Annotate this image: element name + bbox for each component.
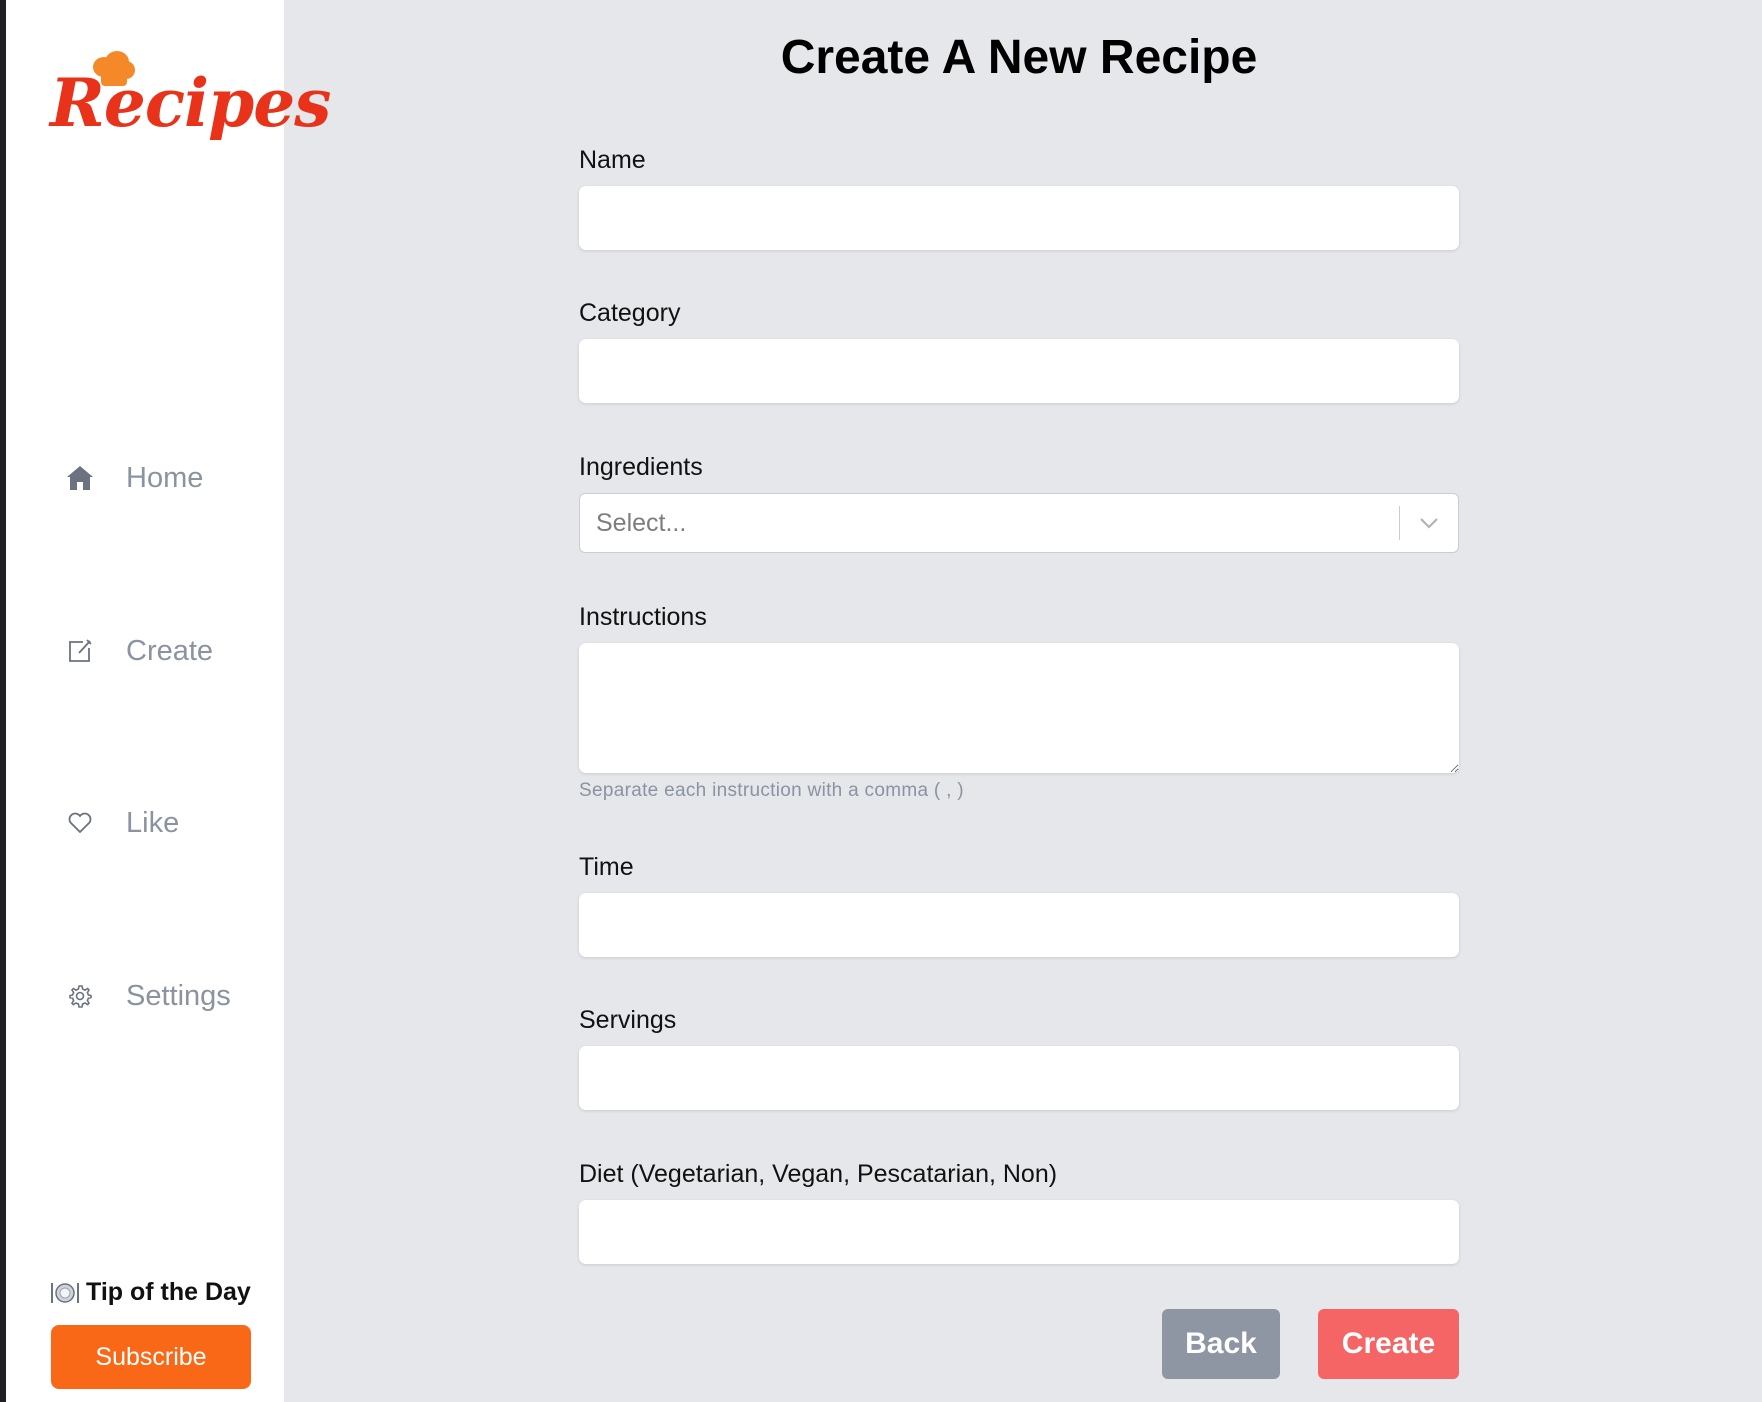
tip-of-the-day[interactable]: Tip of the Day (50, 1278, 251, 1307)
category-label: Category (579, 299, 681, 327)
app-window: Recipes Home Create Like Settings Tip of… (0, 0, 1762, 1402)
home-icon (64, 462, 96, 494)
sidebar-item-label: Home (126, 461, 204, 494)
diet-input[interactable] (579, 1200, 1459, 1264)
name-label: Name (579, 146, 646, 174)
instructions-label: Instructions (579, 603, 707, 631)
servings-label: Servings (579, 1006, 677, 1034)
instructions-helper: Separate each instruction with a comma (… (579, 780, 964, 801)
create-button[interactable]: Create (1318, 1309, 1459, 1379)
subscribe-button[interactable]: Subscribe (51, 1325, 251, 1389)
ingredients-select[interactable]: Select... (579, 493, 1459, 553)
sidebar: Recipes Home Create Like Settings Tip of… (6, 0, 331, 1402)
ingredients-label: Ingredients (579, 453, 703, 481)
back-button[interactable]: Back (1162, 1309, 1280, 1379)
recipes-logo[interactable]: Recipes (50, 48, 331, 168)
name-input[interactable] (579, 186, 1459, 250)
heart-icon (64, 807, 96, 839)
page-title: Create A New Recipe (780, 31, 1258, 84)
main-content: Create A New Recipe Name Category Ingred… (284, 0, 1762, 1402)
sidebar-item-home[interactable]: Home (64, 453, 203, 503)
instructions-textarea[interactable] (579, 643, 1459, 773)
edit-icon (64, 635, 96, 667)
sidebar-item-create[interactable]: Create (64, 626, 213, 676)
plate-cutlery-icon (50, 1280, 80, 1306)
diet-label: Diet (Vegetarian, Vegan, Pescatarian, No… (579, 1160, 1058, 1188)
sidebar-item-settings[interactable]: Settings (64, 971, 231, 1021)
category-input[interactable] (579, 339, 1459, 403)
sidebar-item-label: Settings (126, 979, 231, 1012)
ingredients-placeholder: Select... (596, 508, 687, 537)
time-label: Time (579, 853, 634, 881)
sidebar-item-label: Create (126, 634, 214, 667)
sidebar-item-label: Like (126, 806, 180, 839)
chevron-down-icon[interactable] (1400, 494, 1458, 552)
sidebar-item-like[interactable]: Like (64, 798, 179, 848)
tip-label: Tip of the Day (86, 1278, 251, 1306)
gear-icon (64, 980, 96, 1012)
time-input[interactable] (579, 893, 1459, 957)
servings-input[interactable] (579, 1046, 1459, 1110)
